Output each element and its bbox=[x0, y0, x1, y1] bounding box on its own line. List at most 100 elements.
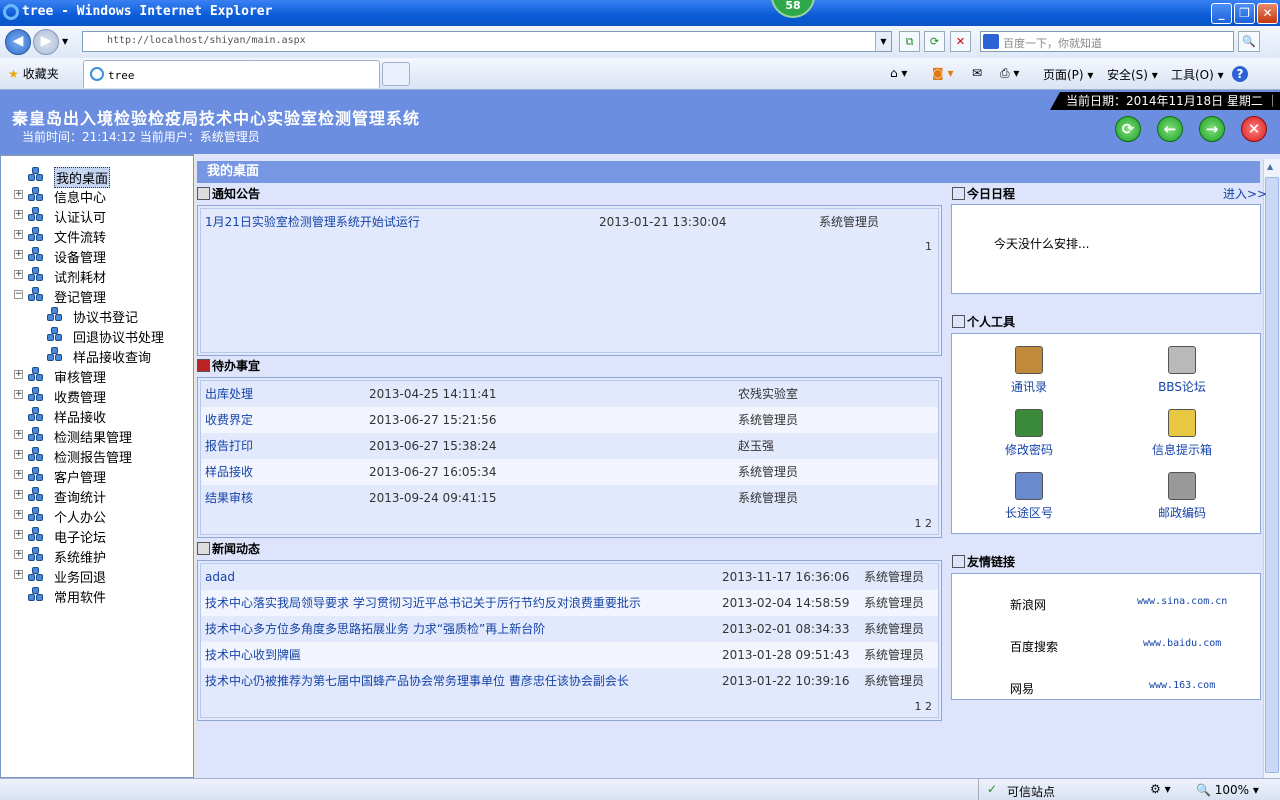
list-item: 1月21日实验室检测管理系统开始试运行 2013-01-21 13:30:04 系统… bbox=[201, 209, 938, 235]
page-menu[interactable]: 页面(P) ▾ bbox=[1043, 66, 1093, 83]
refresh-icon[interactable]: ⟳ bbox=[924, 31, 945, 52]
tool-item[interactable]: 修改密码 bbox=[994, 409, 1064, 458]
tool-item[interactable]: 信息提示箱 bbox=[1147, 409, 1217, 458]
tool-item[interactable]: 长途区号 bbox=[994, 472, 1064, 521]
print-icon[interactable]: ⎙ ▾ bbox=[1000, 66, 1019, 81]
tree-item-label: 我的桌面 bbox=[54, 167, 111, 188]
tree-expander-icon[interactable]: + bbox=[14, 450, 23, 459]
tool-item[interactable]: 邮政编码 bbox=[1147, 472, 1217, 521]
item-title-link[interactable]: 技术中心多方位多角度多思路拓展业务 力求“强质检”再上新台阶 bbox=[205, 616, 545, 642]
tools-menu[interactable]: 工具(O) ▾ bbox=[1171, 66, 1224, 83]
item-title-link[interactable]: 结果审核 bbox=[205, 485, 253, 511]
tree-expander-icon[interactable]: + bbox=[14, 230, 23, 239]
tool-label: 通讯录 bbox=[1010, 380, 1047, 394]
todo-list: 出库处理 2013-04-25 14:11:41 农残实验室 收费界定 2013-06-… bbox=[200, 380, 939, 535]
links-header: 友情链接 bbox=[952, 553, 1015, 570]
item-user: 系统管理员 bbox=[864, 674, 925, 688]
tree-node-icon bbox=[28, 187, 46, 203]
history-dropdown-icon[interactable]: ▼ bbox=[62, 37, 68, 46]
tree-item-label: 常用软件 bbox=[54, 591, 107, 606]
minimize-button[interactable]: _ bbox=[1211, 3, 1232, 24]
item-title-link[interactable]: 收费界定 bbox=[205, 407, 253, 433]
scroll-thumb[interactable] bbox=[1265, 177, 1279, 773]
star-icon: ★ bbox=[8, 67, 19, 81]
news-list: adad 2013-11-17 16:36:06 系统管理员 技术中心落实我局领导要求… bbox=[200, 563, 939, 718]
current-info: 当前时间：21:14:12 当前用户：系统管理员 bbox=[22, 128, 260, 145]
item-title-link[interactable]: 技术中心仍被推荐为第七届中国蜂产品协会常务理事单位 曹彦忠任该协会副会长 bbox=[205, 668, 629, 694]
tool-item[interactable]: 通讯录 bbox=[994, 346, 1064, 395]
tree-expander-icon[interactable]: + bbox=[14, 470, 23, 479]
item-title-link[interactable]: 技术中心落实我局领导要求 学习贯彻习近平总书记关于厉行节约反对浪费重要批示 bbox=[205, 590, 641, 616]
forward-button[interactable]: ▶ bbox=[33, 29, 59, 55]
item-title-link[interactable]: 样品接收 bbox=[205, 459, 253, 485]
news-header: 新闻动态 bbox=[197, 540, 260, 557]
item-title-link[interactable]: 报告打印 bbox=[205, 433, 253, 459]
scroll-up-icon[interactable]: ▲ bbox=[1267, 162, 1273, 171]
tree-node-icon bbox=[28, 547, 46, 563]
url-dropdown-icon[interactable]: ▼ bbox=[875, 32, 891, 51]
pager[interactable]: 1 bbox=[925, 240, 932, 253]
vertical-scrollbar[interactable]: ▲ bbox=[1263, 159, 1280, 778]
back-arrow-icon[interactable]: ← bbox=[1157, 116, 1183, 142]
tool-item[interactable]: BBS论坛 bbox=[1147, 346, 1217, 395]
tree-expander-icon[interactable]: + bbox=[14, 430, 23, 439]
tree-expander-icon[interactable]: + bbox=[14, 530, 23, 539]
stop-icon[interactable]: ✕ bbox=[950, 31, 971, 52]
item-title-link[interactable]: 1月21日实验室检测管理系统开始试运行 bbox=[205, 209, 420, 235]
item-title-link[interactable]: adad bbox=[205, 564, 235, 590]
maximize-button[interactable]: ❐ bbox=[1234, 3, 1255, 24]
tools-panel: 通讯录 BBS论坛修改密码 信息提示箱长途区号 邮政编码 bbox=[951, 333, 1261, 534]
tree-expander-icon[interactable]: + bbox=[14, 270, 23, 279]
tree-node-icon bbox=[28, 247, 46, 263]
tree-expander-icon[interactable]: + bbox=[14, 370, 23, 379]
globe-key-icon bbox=[1015, 409, 1043, 437]
tree-expander-icon[interactable]: + bbox=[14, 570, 23, 579]
pager[interactable]: 1 2 bbox=[915, 517, 933, 530]
mail-icon[interactable]: ✉ bbox=[972, 66, 982, 80]
item-user: 系统管理员 bbox=[738, 491, 799, 505]
schedule-more-link[interactable]: 进入>> bbox=[1223, 185, 1267, 202]
tree-expander-icon[interactable]: + bbox=[14, 250, 23, 259]
tree-expander-icon[interactable]: + bbox=[14, 550, 23, 559]
help-icon[interactable]: ? bbox=[1232, 66, 1248, 82]
item-title-link[interactable]: 出库处理 bbox=[205, 381, 253, 407]
current-time: 当前时间：21:14:12 bbox=[22, 130, 136, 144]
link-row: 网易 www.163.com bbox=[952, 680, 1260, 700]
ie-tab-icon bbox=[90, 67, 104, 81]
tree-expander-icon[interactable]: + bbox=[14, 390, 23, 399]
pager[interactable]: 1 2 bbox=[915, 700, 933, 713]
compatibility-icon[interactable]: ⧉ bbox=[899, 31, 920, 52]
navigation-tree: 我的桌面 + 信息中心 + 认证认可 + 文件流转 + 设备管理 + 试剂耗材 − 登记管理 协议书登记回… bbox=[0, 154, 194, 778]
link-url[interactable]: www.sina.com.cn bbox=[1137, 596, 1227, 607]
item-title-link[interactable]: 技术中心收到牌匾 bbox=[205, 642, 301, 668]
tree-expander-icon[interactable]: + bbox=[14, 210, 23, 219]
forward-arrow-icon[interactable]: → bbox=[1199, 116, 1225, 142]
link-url[interactable]: www.163.com bbox=[1149, 680, 1215, 691]
tree-expander-icon[interactable]: + bbox=[14, 190, 23, 199]
safety-menu[interactable]: 安全(S) ▾ bbox=[1107, 66, 1158, 83]
tree-expander-icon[interactable]: + bbox=[14, 510, 23, 519]
back-button[interactable]: ◀ bbox=[5, 29, 31, 55]
feeds-icon[interactable]: ◙ ▾ bbox=[932, 66, 953, 80]
window-close-button[interactable]: ✕ bbox=[1257, 3, 1278, 24]
tree-expander-icon[interactable]: − bbox=[14, 290, 23, 299]
tree-expander-icon[interactable]: + bbox=[14, 490, 23, 499]
url-input[interactable]: http://localhost/shiyan/main.aspx ▼ bbox=[82, 31, 892, 52]
tree-node-icon bbox=[28, 367, 46, 383]
new-tab-button[interactable] bbox=[382, 62, 410, 86]
tab-toolbar: ★ 收藏夹 tree ⌂ ▾ ◙ ▾ ✉ ⎙ ▾ 页面(P) ▾ 安全(S) ▾ … bbox=[0, 58, 1280, 90]
protected-mode-icon[interactable]: ⚙ ▾ bbox=[1150, 782, 1171, 796]
link-url[interactable]: www.baidu.com bbox=[1143, 638, 1221, 649]
home-icon[interactable]: ⌂ ▾ bbox=[890, 66, 907, 80]
close-icon[interactable]: ✕ bbox=[1241, 116, 1267, 142]
tree-node-icon bbox=[28, 287, 46, 303]
zone-label: 可信站点 bbox=[1007, 785, 1056, 799]
search-input[interactable]: 百度一下，你就知道 bbox=[980, 31, 1234, 52]
refresh-icon[interactable]: ⟳ bbox=[1115, 116, 1141, 142]
security-zone[interactable]: ✓ 可信站点 bbox=[978, 779, 1148, 800]
tree-item-label: 文件流转 bbox=[54, 231, 107, 246]
zoom-control[interactable]: 🔍 100% ▾ bbox=[1196, 783, 1259, 797]
search-button[interactable]: 🔍 bbox=[1238, 31, 1260, 52]
favorites-button[interactable]: ★ 收藏夹 bbox=[8, 65, 59, 82]
browser-tab[interactable]: tree bbox=[83, 60, 380, 88]
